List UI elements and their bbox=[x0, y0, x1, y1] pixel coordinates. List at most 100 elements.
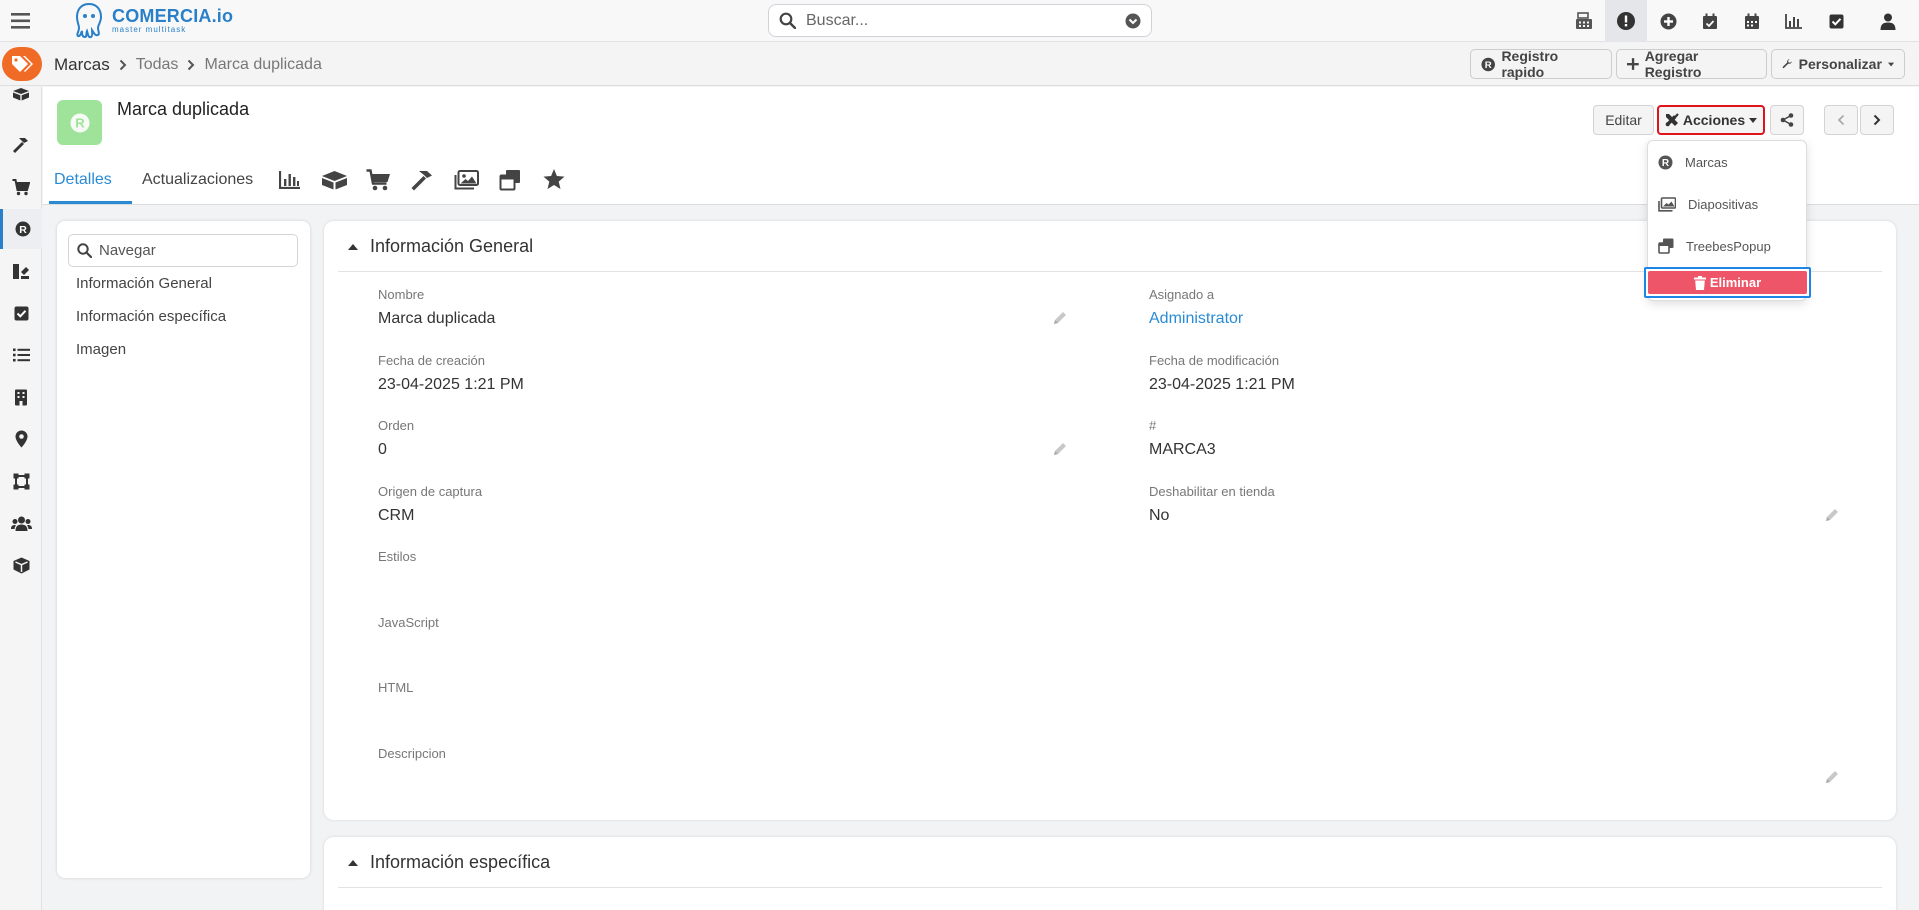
delete-label: Eliminar bbox=[1709, 275, 1762, 290]
bar-chart-icon[interactable] bbox=[1773, 0, 1815, 42]
rail-list-icon[interactable] bbox=[0, 335, 42, 375]
images-icon bbox=[1658, 196, 1676, 212]
delete-button-focus-ring: Eliminar bbox=[1644, 267, 1811, 298]
specific-info-header[interactable]: Información específica bbox=[324, 837, 550, 888]
field-value-numero: MARCA3 bbox=[1149, 441, 1216, 458]
field-value-modificacion: 23-04-2025 1:21 PM bbox=[1149, 376, 1295, 393]
rail-users-icon[interactable] bbox=[0, 503, 42, 543]
tab-boxes-icon[interactable] bbox=[312, 154, 356, 205]
record-header: R Marca duplicada Editar Acciones Detall… bbox=[43, 87, 1919, 205]
svg-text:R: R bbox=[1662, 158, 1670, 169]
chevron-left-icon bbox=[1837, 114, 1845, 126]
dropdown-item-marcas-label: Marcas bbox=[1685, 154, 1728, 170]
edit-button[interactable]: Editar bbox=[1593, 105, 1654, 135]
section-navigator: Información General Información específi… bbox=[57, 221, 310, 878]
specific-info-panel: Información específica bbox=[324, 837, 1896, 910]
nav-link-specific[interactable]: Información específica bbox=[76, 308, 226, 325]
rail-hammer-icon[interactable] bbox=[0, 125, 42, 165]
edit-label: Editar bbox=[1605, 112, 1642, 128]
search-icon bbox=[77, 243, 92, 258]
next-record-button[interactable] bbox=[1860, 105, 1894, 135]
field-value-asignado[interactable]: Administrator bbox=[1149, 310, 1243, 328]
tools-icon bbox=[1665, 113, 1679, 127]
tab-windows-icon[interactable] bbox=[488, 154, 532, 205]
wrench-icon bbox=[1782, 59, 1792, 69]
tab-updates-label: Actualizaciones bbox=[142, 170, 254, 188]
nav-link-general[interactable]: Información General bbox=[76, 275, 212, 292]
breadcrumb-bar: Marcas Todas Marca duplicada R Registro … bbox=[0, 43, 1919, 86]
rail-tasks-icon[interactable] bbox=[0, 293, 42, 333]
field-label-deshabilitar: Deshabilitar en tienda bbox=[1149, 484, 1275, 499]
edit-pencil-icon[interactable] bbox=[1824, 769, 1840, 785]
field-label-numero: # bbox=[1149, 418, 1157, 433]
r-circle-icon: R bbox=[1658, 155, 1673, 169]
record-avatar: R bbox=[57, 100, 102, 145]
rail-brands-icon[interactable]: R bbox=[0, 209, 42, 249]
checkbox-icon[interactable] bbox=[1815, 0, 1857, 42]
rail-catalog-icon[interactable] bbox=[0, 251, 42, 291]
global-search[interactable] bbox=[768, 4, 1152, 37]
edit-pencil-icon[interactable] bbox=[1052, 310, 1068, 326]
alert-icon[interactable] bbox=[1605, 0, 1647, 42]
trash-icon bbox=[1693, 275, 1706, 290]
rail-shapes-icon[interactable] bbox=[0, 461, 42, 501]
tab-cart-icon[interactable] bbox=[356, 154, 400, 205]
navigator-search-input[interactable] bbox=[99, 242, 279, 259]
nav-link-image[interactable]: Imagen bbox=[76, 341, 126, 358]
app-logo[interactable]: COMERCIA.io master multitask bbox=[72, 0, 233, 40]
quick-create-button[interactable]: R Registro rapido bbox=[1470, 48, 1612, 80]
caret-down-icon bbox=[1749, 117, 1758, 123]
record-tabs: Detalles Actualizaciones bbox=[43, 154, 576, 205]
field-label-modificacion: Fecha de modificación bbox=[1149, 353, 1280, 368]
caret-up-icon bbox=[348, 859, 358, 866]
field-label-html: HTML bbox=[378, 680, 414, 695]
calendar-icon[interactable] bbox=[1731, 0, 1773, 42]
rail-cart-icon[interactable] bbox=[0, 167, 42, 207]
field-label-javascript: JavaScript bbox=[378, 615, 439, 630]
calendar-check-icon[interactable] bbox=[1689, 0, 1731, 42]
customize-button[interactable]: Personalizar bbox=[1771, 49, 1905, 79]
breadcrumb-current: Marca duplicada bbox=[204, 55, 322, 73]
field-label-orden: Orden bbox=[378, 418, 415, 433]
delete-button[interactable]: Eliminar bbox=[1648, 271, 1807, 294]
general-info-header[interactable]: Información General bbox=[324, 221, 533, 272]
tab-details[interactable]: Detalles bbox=[44, 154, 132, 205]
rail-boxes-icon[interactable] bbox=[0, 79, 42, 109]
tab-updates[interactable]: Actualizaciones bbox=[137, 154, 268, 205]
tab-images-icon[interactable] bbox=[444, 154, 488, 205]
field-label-descripcion: Descripcion bbox=[378, 746, 446, 761]
breadcrumb-module[interactable]: Marcas bbox=[54, 55, 110, 75]
edit-pencil-icon[interactable] bbox=[1824, 507, 1840, 523]
rail-cube-icon[interactable] bbox=[0, 545, 42, 585]
previous-record-button[interactable] bbox=[1824, 105, 1858, 135]
calculator-icon[interactable] bbox=[1563, 0, 1605, 42]
record-title: Marca duplicada bbox=[117, 99, 250, 119]
chevron-circle-down-icon[interactable] bbox=[1125, 13, 1141, 29]
edit-pencil-icon[interactable] bbox=[1052, 441, 1068, 457]
tab-star-icon[interactable] bbox=[532, 154, 576, 205]
tab-hammer-icon[interactable] bbox=[400, 154, 444, 205]
dropdown-item-marcas[interactable]: R Marcas bbox=[1648, 143, 1808, 181]
rail-building-icon[interactable] bbox=[0, 377, 42, 417]
chevron-right-icon bbox=[188, 59, 195, 70]
add-record-button[interactable]: Agregar Registro bbox=[1616, 48, 1767, 80]
navigator-search[interactable] bbox=[68, 234, 298, 267]
search-icon bbox=[779, 12, 796, 29]
breadcrumb-list[interactable]: Todas bbox=[136, 56, 179, 74]
global-search-input[interactable] bbox=[806, 11, 1125, 30]
octopus-logo-icon bbox=[75, 2, 103, 39]
brand-tagline: master multitask bbox=[112, 24, 187, 34]
module-tag-icon[interactable] bbox=[2, 47, 42, 81]
dropdown-item-treebespopup[interactable]: TreebesPopup bbox=[1648, 227, 1808, 265]
tab-chart-icon[interactable] bbox=[268, 154, 312, 205]
chevron-right-icon bbox=[1873, 114, 1881, 126]
rail-map-pin-icon[interactable] bbox=[0, 419, 42, 459]
dropdown-item-diapositivas[interactable]: Diapositivas bbox=[1648, 185, 1808, 223]
field-label-asignado: Asignado a bbox=[1149, 287, 1215, 302]
actions-button[interactable]: Acciones bbox=[1657, 105, 1765, 135]
caret-down-icon bbox=[1887, 62, 1894, 66]
share-button[interactable] bbox=[1770, 105, 1804, 135]
hamburger-menu-icon[interactable] bbox=[8, 8, 34, 34]
user-icon[interactable] bbox=[1867, 0, 1909, 42]
plus-circle-icon[interactable] bbox=[1647, 0, 1689, 42]
